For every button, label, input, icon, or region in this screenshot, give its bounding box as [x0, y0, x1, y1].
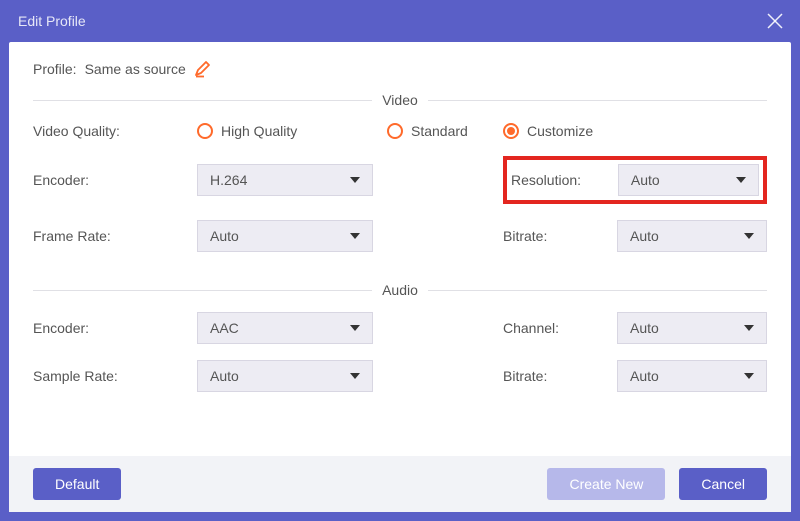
title: Edit Profile	[18, 13, 86, 29]
video-framerate-label: Frame Rate:	[33, 228, 183, 244]
titlebar: Edit Profile	[0, 0, 800, 42]
profile-row: Profile: Same as source	[33, 60, 767, 78]
video-resolution-dropdown[interactable]: Auto	[618, 164, 759, 196]
default-button[interactable]: Default	[33, 468, 121, 500]
audio-channel-dropdown[interactable]: Auto	[617, 312, 767, 344]
video-grid: Video Quality: High Quality Standard Cus…	[33, 122, 767, 252]
divider-line	[428, 100, 767, 101]
audio-bitrate-label: Bitrate:	[503, 368, 603, 384]
video-framerate-dropdown[interactable]: Auto	[197, 220, 373, 252]
video-section-label: Video	[382, 92, 418, 108]
audio-section-label: Audio	[382, 282, 418, 298]
video-section-header: Video	[33, 92, 767, 108]
audio-channel-label: Channel:	[503, 320, 603, 336]
dropdown-value: H.264	[210, 172, 247, 188]
create-new-button[interactable]: Create New	[547, 468, 665, 500]
dialog-panel: Profile: Same as source Video Video Qual…	[9, 42, 791, 512]
profile-value: Same as source	[85, 61, 186, 77]
close-icon[interactable]	[766, 12, 784, 30]
audio-samplerate-dropdown[interactable]: Auto	[197, 360, 373, 392]
footer-right: Create New Cancel	[547, 468, 767, 500]
chevron-down-icon	[350, 325, 360, 331]
video-resolution-label: Resolution:	[511, 172, 604, 188]
content: Profile: Same as source Video Video Qual…	[9, 42, 791, 456]
dropdown-value: Auto	[630, 228, 659, 244]
chevron-down-icon	[350, 233, 360, 239]
radio-label: High Quality	[221, 123, 297, 139]
divider-line	[428, 290, 767, 291]
video-bitrate-label: Bitrate:	[503, 228, 603, 244]
radio-standard[interactable]: Standard	[387, 123, 489, 139]
chevron-down-icon	[736, 177, 746, 183]
dropdown-value: Auto	[630, 368, 659, 384]
video-encoder-dropdown[interactable]: H.264	[197, 164, 373, 196]
audio-grid: Encoder: AAC Channel: Auto Sample Rate: …	[33, 312, 767, 392]
audio-encoder-dropdown[interactable]: AAC	[197, 312, 373, 344]
radio-customize[interactable]: Customize	[503, 123, 593, 139]
dropdown-value: Auto	[210, 368, 239, 384]
divider-line	[33, 290, 372, 291]
audio-section-header: Audio	[33, 282, 767, 298]
radio-ring-icon	[387, 123, 403, 139]
radio-label: Customize	[527, 123, 593, 139]
radio-ring-icon	[503, 123, 519, 139]
video-bitrate-dropdown[interactable]: Auto	[617, 220, 767, 252]
chevron-down-icon	[744, 373, 754, 379]
radio-ring-icon	[197, 123, 213, 139]
footer: Default Create New Cancel	[9, 456, 791, 512]
video-quality-label: Video Quality:	[33, 123, 183, 139]
chevron-down-icon	[744, 325, 754, 331]
audio-samplerate-label: Sample Rate:	[33, 368, 183, 384]
radio-high-quality[interactable]: High Quality	[197, 123, 373, 139]
chevron-down-icon	[350, 373, 360, 379]
video-encoder-label: Encoder:	[33, 172, 183, 188]
cancel-button[interactable]: Cancel	[679, 468, 767, 500]
chevron-down-icon	[744, 233, 754, 239]
audio-bitrate-dropdown[interactable]: Auto	[617, 360, 767, 392]
dropdown-value: Auto	[630, 320, 659, 336]
chevron-down-icon	[350, 177, 360, 183]
audio-encoder-label: Encoder:	[33, 320, 183, 336]
dropdown-value: Auto	[631, 172, 660, 188]
profile-label: Profile:	[33, 61, 77, 77]
divider-line	[33, 100, 372, 101]
dropdown-value: Auto	[210, 228, 239, 244]
pencil-icon[interactable]	[194, 60, 212, 78]
resolution-highlight: Resolution: Auto	[503, 156, 767, 204]
dropdown-value: AAC	[210, 320, 239, 336]
radio-label: Standard	[411, 123, 468, 139]
